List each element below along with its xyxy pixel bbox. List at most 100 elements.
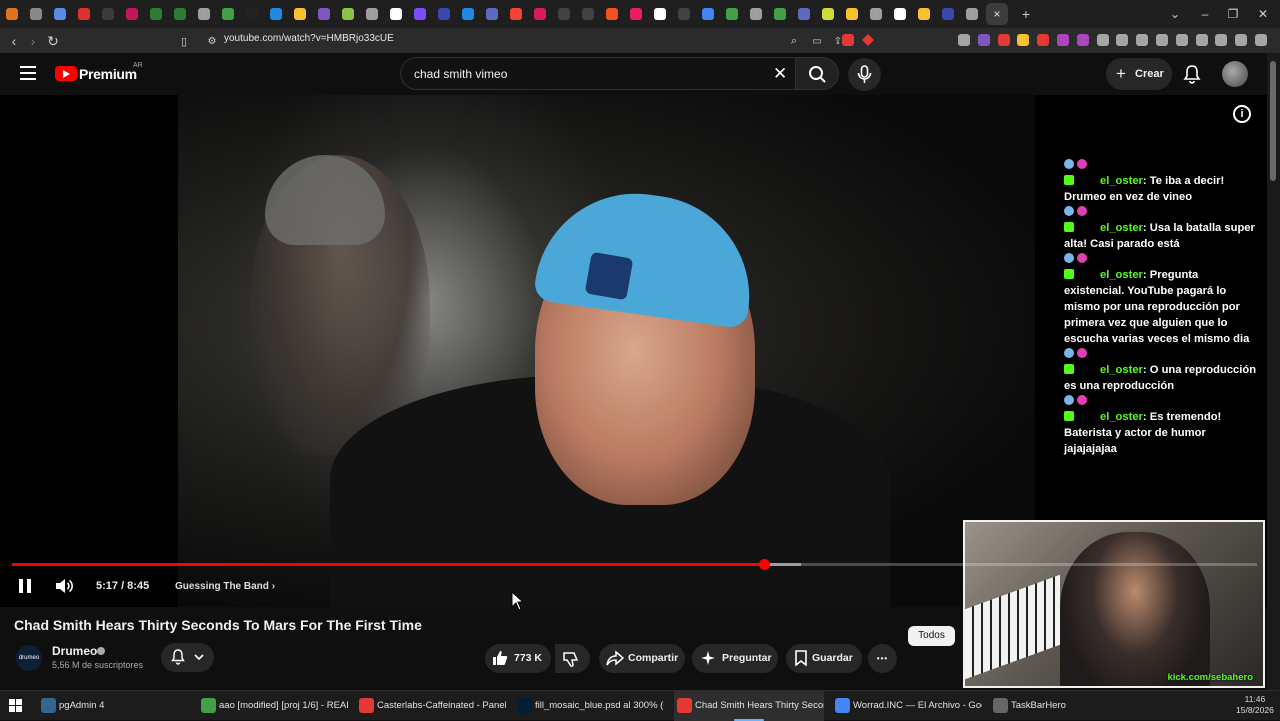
extension-icon[interactable] xyxy=(1057,34,1069,46)
back-icon[interactable]: ‹ xyxy=(4,31,24,51)
browser-tab[interactable] xyxy=(552,2,576,26)
extension-icon[interactable] xyxy=(1017,34,1030,46)
browser-tab[interactable] xyxy=(216,2,240,26)
clear-search-icon[interactable]: ✕ xyxy=(773,64,787,84)
browser-tab[interactable] xyxy=(456,2,480,26)
more-actions-icon[interactable]: ••• xyxy=(868,644,897,673)
browser-tab[interactable] xyxy=(408,2,432,26)
channel-name[interactable]: Drumeo xyxy=(52,644,97,658)
browser-tab[interactable] xyxy=(696,2,720,26)
browser-tab[interactable] xyxy=(288,2,312,26)
taskbar-item[interactable]: TaskBarHero xyxy=(990,691,1080,721)
maximize-icon[interactable]: ❐ xyxy=(1218,0,1248,28)
extension-icon[interactable] xyxy=(1096,34,1109,46)
browser-tab[interactable] xyxy=(648,2,672,26)
browser-tab[interactable] xyxy=(840,2,864,26)
browser-tab[interactable] xyxy=(120,2,144,26)
close-window-icon[interactable]: ✕ xyxy=(1248,0,1278,28)
browser-tab[interactable] xyxy=(576,2,600,26)
dislike-button[interactable] xyxy=(555,644,590,673)
pause-icon[interactable] xyxy=(19,579,33,593)
browser-tab[interactable] xyxy=(240,2,264,26)
extension-icon[interactable] xyxy=(1195,34,1208,46)
browser-tab[interactable] xyxy=(744,2,768,26)
browser-tab[interactable] xyxy=(792,2,816,26)
browser-tab[interactable] xyxy=(624,2,648,26)
zoom-icon[interactable]: ⌕ xyxy=(784,31,804,51)
chapter-button[interactable]: Guessing The Band › xyxy=(175,581,275,592)
browser-tab[interactable] xyxy=(672,2,696,26)
youtube-logo-icon[interactable] xyxy=(55,66,77,81)
subscribed-bell-button[interactable] xyxy=(161,643,214,672)
tab-search-icon[interactable]: ⌄ xyxy=(1160,0,1190,28)
browser-tab[interactable] xyxy=(888,2,912,26)
browser-tab[interactable] xyxy=(24,2,48,26)
menu-icon[interactable] xyxy=(20,66,36,80)
rewards-icon[interactable] xyxy=(862,34,874,46)
extension-icon[interactable] xyxy=(1175,34,1188,46)
browser-tab[interactable] xyxy=(480,2,504,26)
taskbar-item[interactable]: fill_mosaic_blue.psd al 300% (Gree... xyxy=(514,691,664,721)
extension-icon[interactable] xyxy=(1076,34,1089,46)
browser-tab[interactable] xyxy=(528,2,552,26)
filter-chip-todos[interactable]: Todos xyxy=(908,626,955,646)
taskbar-item[interactable]: pgAdmin 4 xyxy=(38,691,188,721)
new-tab-icon[interactable]: + xyxy=(1014,2,1038,26)
browser-tab[interactable] xyxy=(960,2,984,26)
taskbar-item[interactable]: aao [modified] [proj 1/6] - REAPE... xyxy=(198,691,348,721)
browser-tab[interactable] xyxy=(432,2,456,26)
browser-tab[interactable] xyxy=(600,2,624,26)
browser-tab[interactable] xyxy=(936,2,960,26)
browser-tab[interactable] xyxy=(48,2,72,26)
browser-tab[interactable] xyxy=(0,2,24,26)
search-box[interactable]: chad smith vimeo ✕ xyxy=(400,57,795,90)
scrubber-handle[interactable] xyxy=(759,559,770,570)
extension-icon[interactable] xyxy=(1156,34,1168,46)
extension-icon[interactable] xyxy=(997,34,1010,46)
browser-tab[interactable] xyxy=(504,2,528,26)
reload-icon[interactable]: ↻ xyxy=(43,31,63,51)
taskbar-item[interactable]: Chad Smith Hears Thirty Seconds ... xyxy=(674,691,824,721)
search-button[interactable] xyxy=(795,57,839,90)
site-info-icon[interactable]: ⚙ xyxy=(202,31,222,51)
voice-search-button[interactable] xyxy=(848,58,881,91)
notifications-bell-icon[interactable] xyxy=(1183,64,1201,84)
extension-icon[interactable] xyxy=(977,34,990,46)
browser-tab[interactable] xyxy=(312,2,336,26)
extension-icon[interactable] xyxy=(1215,34,1228,46)
extension-icon[interactable] xyxy=(1235,34,1248,46)
save-button[interactable]: Guardar xyxy=(786,644,862,673)
browser-tab[interactable] xyxy=(336,2,360,26)
info-icon[interactable]: i xyxy=(1233,105,1251,123)
channel-avatar[interactable]: drumeo xyxy=(16,645,42,671)
browser-tab[interactable] xyxy=(384,2,408,26)
browser-tab[interactable] xyxy=(912,2,936,26)
premium-wordmark[interactable]: Premium xyxy=(79,66,137,82)
browser-tab[interactable] xyxy=(144,2,168,26)
volume-icon[interactable] xyxy=(54,578,74,594)
extension-icon[interactable] xyxy=(1136,34,1149,46)
share-button[interactable]: Compartir xyxy=(599,644,685,673)
taskbar-item[interactable]: Worrad.INC — El Archivo - Googl... xyxy=(832,691,982,721)
browser-tab[interactable] xyxy=(720,2,744,26)
browser-tab[interactable] xyxy=(768,2,792,26)
extension-icon[interactable] xyxy=(1255,34,1267,46)
browser-tab[interactable] xyxy=(864,2,888,26)
url-field[interactable]: youtube.com/watch?v=HMBRjo33cUE xyxy=(224,33,394,44)
like-button[interactable]: 773 K xyxy=(485,644,551,673)
browser-tab[interactable] xyxy=(264,2,288,26)
cast-icon[interactable]: ▭ xyxy=(807,31,827,51)
windows-start-icon[interactable] xyxy=(9,699,22,712)
browser-tab[interactable] xyxy=(360,2,384,26)
browser-tab[interactable] xyxy=(192,2,216,26)
minimize-icon[interactable]: – xyxy=(1190,0,1220,28)
browser-tab[interactable] xyxy=(816,2,840,26)
browser-tab[interactable] xyxy=(168,2,192,26)
system-clock[interactable]: 11:46 15/8/2026 xyxy=(1236,694,1274,716)
create-button[interactable]: + Crear xyxy=(1106,58,1172,90)
page-scrollbar[interactable] xyxy=(1267,53,1280,690)
forward-icon[interactable]: › xyxy=(23,31,43,51)
scrollbar-thumb[interactable] xyxy=(1270,61,1276,181)
bookmark-icon[interactable]: ▯ xyxy=(174,31,194,51)
extension-icon[interactable] xyxy=(1037,34,1050,46)
